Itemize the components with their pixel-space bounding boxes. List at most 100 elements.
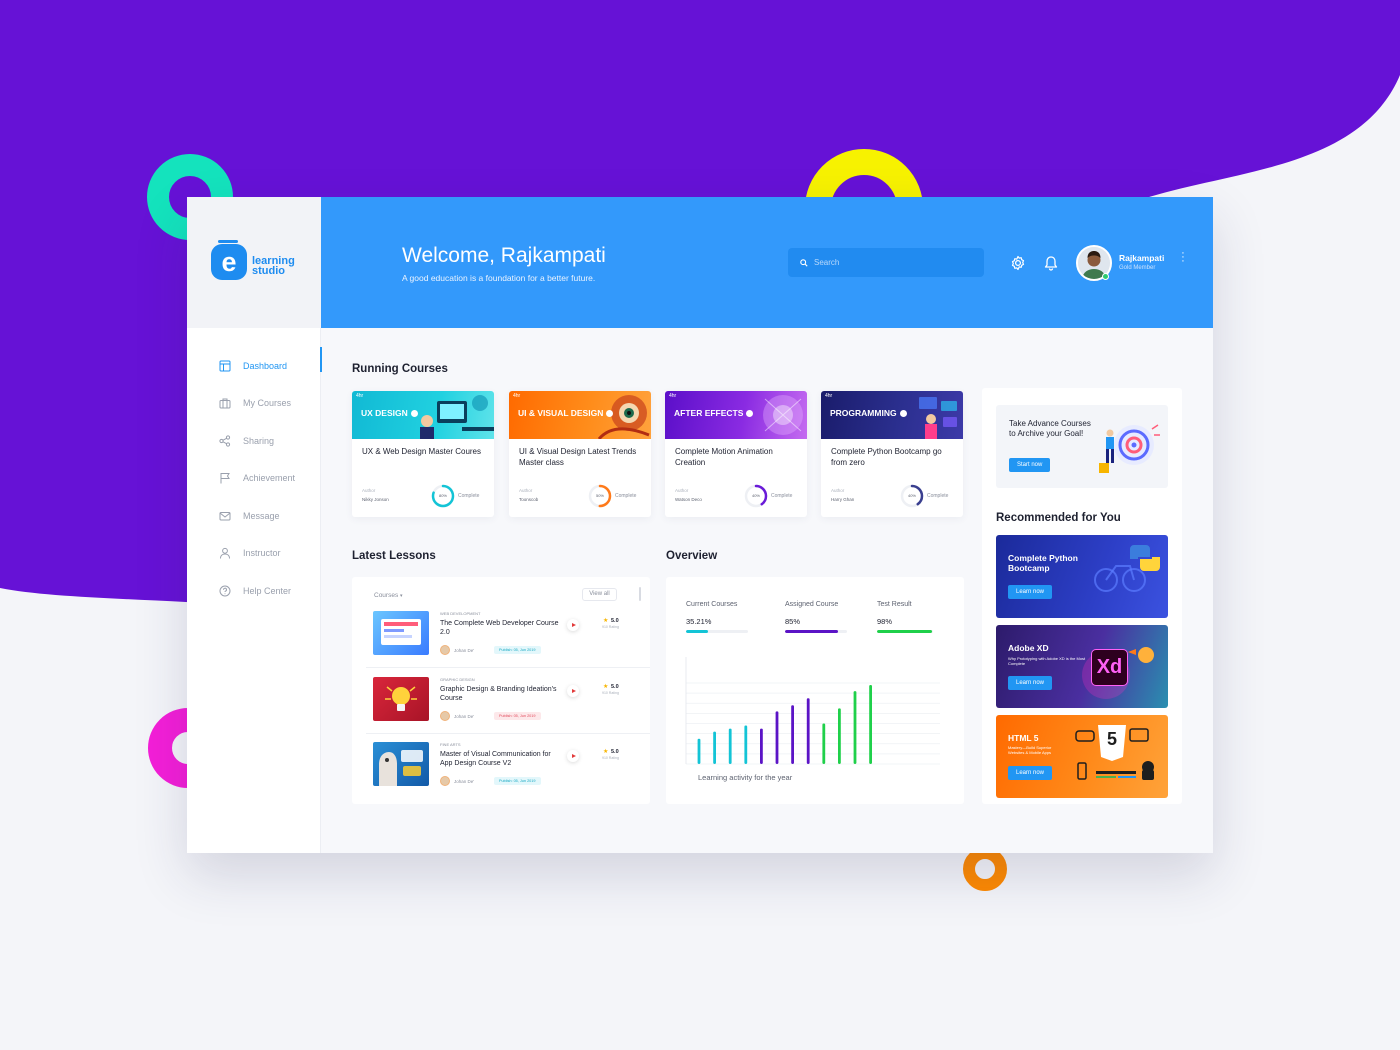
course-title: UX & Web Design Master Coures	[362, 447, 482, 456]
sidebar-item-label: Help Center	[243, 585, 292, 596]
bell-icon[interactable]	[1043, 255, 1059, 271]
online-status-dot	[1102, 273, 1109, 280]
mail-icon	[219, 511, 231, 521]
scrollbar[interactable]	[639, 587, 641, 601]
course-category-tag: AFTER EFFECTS	[674, 408, 754, 418]
lesson-item[interactable]: GRAPHIC DESIGN Graphic Design & Branding…	[366, 673, 650, 739]
progress-ring: 40%	[744, 484, 768, 508]
progress-ring: 40%	[900, 484, 924, 508]
complete-label: Complete	[927, 493, 949, 499]
complete-label: Complete	[615, 493, 637, 499]
course-card[interactable]: 4hr UX DESIGN UX & Web Design Master Cou…	[352, 391, 494, 517]
sidebar-item-label: Message	[243, 510, 280, 521]
logo-text: learning studio	[252, 256, 318, 277]
learn-now-button[interactable]: Learn now	[1008, 766, 1053, 780]
sidebar-item-instructor[interactable]: Instructor	[187, 535, 321, 573]
running-courses-title: Running Courses	[352, 363, 448, 375]
course-card[interactable]: 4hr PROGRAMMING Complete Python Bootcamp…	[821, 391, 963, 517]
publish-date-badge: Publish: 05, Jun 2019	[494, 646, 541, 654]
play-icon	[410, 410, 418, 417]
learn-now-button[interactable]: Learn now	[1008, 585, 1053, 599]
lesson-item[interactable]: FINE ARTS Master of Visual Communication…	[366, 738, 650, 804]
search-box[interactable]	[788, 248, 984, 277]
sidebar-item-label: My Courses	[243, 398, 292, 409]
rec-title: HTML 5	[1008, 733, 1039, 743]
play-icon	[606, 410, 614, 417]
author-avatar	[440, 776, 450, 786]
sidebar-item-label: Dashboard	[243, 360, 288, 371]
sidebar-item-message[interactable]: Message	[187, 497, 321, 535]
more-menu-icon[interactable]: · · ·	[1180, 248, 1186, 267]
courses-filter-dropdown[interactable]: Courses ▾	[374, 592, 403, 599]
start-now-button[interactable]: Start now	[1009, 458, 1051, 472]
course-thumbnail: 4hr PROGRAMMING	[821, 391, 963, 439]
view-all-button[interactable]: View all	[582, 588, 617, 601]
user-icon	[220, 548, 230, 559]
search-input[interactable]	[814, 258, 974, 267]
publish-date-badge: Publish: 05, Jun 2019	[494, 712, 541, 720]
progress-percent: 50%	[595, 493, 604, 498]
chart-bar-9	[822, 723, 826, 764]
play-icon	[899, 410, 907, 417]
sidebar-item-achievement[interactable]: Achievement	[187, 460, 321, 498]
chart-bar-1	[697, 738, 701, 764]
header: Welcome, Rajkampati A good education is …	[321, 197, 1213, 328]
play-icon	[746, 410, 754, 417]
author-label: Author	[362, 488, 376, 493]
chart-bar-6	[775, 711, 779, 764]
rec-subtitle: Why Prototyping with Adobe XD is the Mos…	[1008, 656, 1086, 666]
play-button[interactable]	[567, 685, 579, 697]
recommended-card-adobe-xd[interactable]: Xd Adobe XD Why Prototyping with Adobe X…	[996, 625, 1168, 708]
learn-now-button[interactable]: Learn now	[1008, 676, 1053, 690]
sidebar-item-sharing[interactable]: Sharing	[187, 422, 321, 460]
chart-bar-3	[728, 728, 732, 764]
help-icon	[219, 585, 231, 597]
duration-tag: 4hr	[669, 393, 677, 399]
lesson-author: Johan De'	[454, 714, 475, 719]
course-card[interactable]: 4hr AFTER EFFECTS Complete Motion Animat…	[665, 391, 807, 517]
chart-bar-5	[760, 728, 763, 764]
welcome-title: Welcome, Rajkampati	[402, 244, 606, 267]
complete-label: Complete	[458, 493, 480, 499]
recommended-card-python[interactable]: Complete Python Bootcamp Learn now	[996, 535, 1168, 618]
author-avatar	[440, 645, 450, 655]
lesson-item[interactable]: WEB DEVELOPMENT The Complete Web Develop…	[366, 607, 650, 673]
sidebar-item-label: Achievement	[243, 473, 296, 484]
sidebar-item-dashboard[interactable]: Dashboard	[187, 347, 322, 385]
sidebar-item-my-courses[interactable]: My Courses	[187, 385, 321, 423]
author-avatar	[440, 711, 450, 721]
recommended-card-html5[interactable]: 5 HTML 5 Mastery—Build Superior Websites…	[996, 715, 1168, 798]
progress-percent: 40%	[907, 493, 916, 498]
rec-title: Complete Python Bootcamp	[1008, 553, 1078, 573]
dashboard-icon	[219, 360, 231, 372]
duration-tag: 4hr	[513, 393, 521, 399]
course-card[interactable]: 4hr UI & VISUAL DESIGN UI & Visual Desig…	[509, 391, 651, 517]
play-button[interactable]	[567, 750, 579, 762]
lesson-author: Johan De'	[454, 648, 475, 653]
chart-bar-8	[806, 698, 810, 764]
chart-bar-11	[853, 691, 857, 764]
gear-icon[interactable]	[1010, 255, 1026, 271]
app-window: e learning studio Dashboard My Courses S…	[187, 197, 1213, 853]
user-name: Rajkampati	[1119, 253, 1165, 263]
course-category-tag: UX DESIGN	[361, 408, 418, 418]
logo[interactable]: e learning studio	[187, 197, 321, 328]
sidebar-item-label: Sharing	[243, 435, 275, 446]
chart-bar-2	[713, 731, 716, 764]
lesson-rating: 5.0	[611, 684, 619, 690]
adobe-xd-logo: Xd	[1091, 649, 1128, 686]
sidebar-item-help-center[interactable]: Help Center	[187, 572, 321, 610]
play-button[interactable]	[567, 619, 579, 631]
python-illustration	[1094, 545, 1160, 592]
lesson-thumbnail	[373, 611, 429, 655]
lesson-rating-count: 910 Rating	[602, 691, 619, 695]
overview-panel: Current Courses 35.21% Assigned Course 8…	[666, 577, 964, 804]
briefcase-icon	[219, 398, 231, 409]
course-title: Complete Python Bootcamp go from zero	[831, 447, 942, 467]
adobe-xd-illustration	[1082, 647, 1154, 699]
star-icon: ★	[603, 684, 609, 690]
overview-title: Overview	[666, 550, 718, 562]
rec-title: Adobe XD	[1008, 643, 1049, 653]
chart-bar-7	[791, 705, 794, 764]
flag-icon	[220, 473, 230, 484]
